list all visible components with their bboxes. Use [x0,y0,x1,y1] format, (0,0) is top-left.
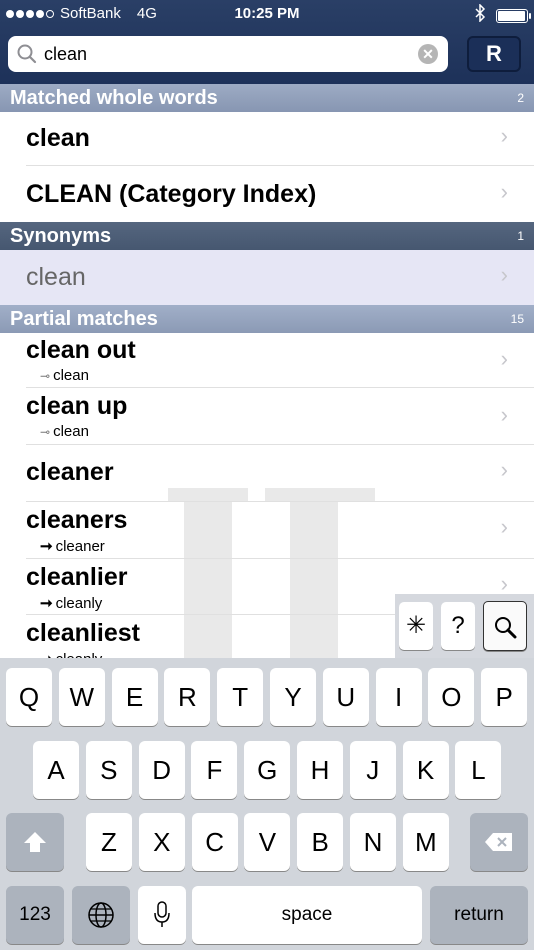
word-title: clean out [26,336,136,364]
key-z[interactable]: Z [86,813,132,871]
key-r[interactable]: R [164,668,211,726]
section-header-matched: Matched whole words 2 [0,84,534,112]
divider [26,387,534,388]
key-e[interactable]: E [111,668,158,726]
keyboard: QWERTYUIOP ASDFGHJKL ZXCVBNM 123 space r… [0,658,534,950]
key-k[interactable]: K [402,741,449,799]
numbers-key[interactable]: 123 [6,886,64,944]
word-title: CLEAN (Category Index) [26,180,317,208]
wildcard-asterisk-button[interactable]: ✳ [399,602,433,650]
section-title: Partial matches [10,308,158,330]
key-l[interactable]: L [455,741,502,799]
key-x[interactable]: X [138,813,185,871]
key-g[interactable]: G [244,741,291,799]
key-o[interactable]: O [428,668,475,726]
section-header-partial: Partial matches 15 [0,305,534,333]
word-title: clean [26,124,90,152]
word-reference: ➞cleanly [40,650,102,658]
word-reference: ⊸ clean [40,423,89,440]
delete-key[interactable] [470,813,528,871]
search-bar[interactable]: ✕ [8,36,448,72]
arrow-right-icon: ➞ [40,538,53,555]
list-item[interactable]: clean out ⊸ clean › [0,333,534,389]
word-reference: ➞ cleaner [40,538,105,555]
clock: 10:25 PM [234,5,300,22]
word-title: cleanliest [26,619,140,647]
reference-icon: ⊸ [40,369,51,383]
word-reference: ⊸ clean [40,367,89,384]
key-q[interactable]: Q [6,668,52,726]
search-mode-toolbar: ✳ ? [395,594,534,658]
section-header-synonyms: Synonyms 1 [0,222,534,250]
list-item[interactable]: CLEAN (Category Index) › [0,166,534,222]
chevron-right-icon: › [500,262,508,287]
key-c[interactable]: C [191,813,238,871]
dictation-key[interactable] [138,886,186,944]
chevron-right-icon: › [500,346,508,371]
word-title: clean [26,263,86,291]
arrow-right-icon: ➞ [40,595,53,612]
key-y[interactable]: Y [270,668,316,726]
battery-icon [496,8,531,23]
section-count: 15 [510,312,524,326]
reference-icon: ⊸ [40,425,51,439]
key-u[interactable]: U [322,668,369,726]
section-count: 1 [517,229,524,243]
section-title: Synonyms [10,225,112,247]
divider [26,558,534,559]
key-s[interactable]: S [85,741,132,799]
key-j[interactable]: J [349,741,396,799]
search-icon [17,44,37,64]
word-title: cleanlier [26,563,128,591]
word-title: cleaners [26,506,128,534]
key-i[interactable]: I [375,668,422,726]
word-reference: ➞cleanly [40,595,103,612]
arrow-right-icon: ➞ [40,651,53,658]
list-item[interactable]: clean › [0,250,534,305]
word-title: clean up [26,392,128,420]
bluetooth-icon [474,3,486,27]
section-count: 2 [517,91,524,105]
search-input[interactable] [44,43,404,65]
chevron-right-icon: › [500,179,508,204]
r-button[interactable]: R [467,36,521,72]
space-key[interactable]: space [192,886,422,944]
shift-key[interactable] [6,813,64,871]
list-item[interactable]: cleaner › [0,446,534,502]
top-bar: SoftBank 4G 10:25 PM ✕ R [0,0,534,84]
chevron-right-icon: › [500,514,508,539]
magnifier-icon [495,617,517,639]
search-mode-button[interactable] [483,601,527,651]
key-n[interactable]: N [350,813,396,871]
key-t[interactable]: T [217,668,264,726]
status-bar: SoftBank 4G 10:25 PM [0,0,534,28]
key-h[interactable]: H [297,741,343,799]
microphone-icon [154,901,170,927]
key-v[interactable]: V [244,813,291,871]
chevron-right-icon: › [500,123,508,148]
key-d[interactable]: D [138,741,185,799]
key-m[interactable]: M [402,813,449,871]
key-w[interactable]: W [58,668,105,726]
wildcard-question-button[interactable]: ? [441,602,475,650]
clear-search-icon[interactable]: ✕ [418,44,438,64]
list-item[interactable]: clean up ⊸ clean › [0,389,534,445]
return-key[interactable]: return [430,886,528,944]
divider [26,444,534,445]
key-f[interactable]: F [191,741,238,799]
chevron-right-icon: › [500,457,508,482]
key-a[interactable]: A [33,741,79,799]
key-p[interactable]: P [481,668,528,726]
list-item[interactable]: clean › [0,112,534,166]
globe-key[interactable] [72,886,130,944]
section-title: Matched whole words [10,87,218,109]
globe-icon [88,902,114,928]
key-b[interactable]: B [297,813,344,871]
list-item[interactable]: cleaners ➞ cleaner › [0,503,534,559]
word-title: cleaner [26,458,114,486]
chevron-right-icon: › [500,402,508,427]
divider [26,501,534,502]
